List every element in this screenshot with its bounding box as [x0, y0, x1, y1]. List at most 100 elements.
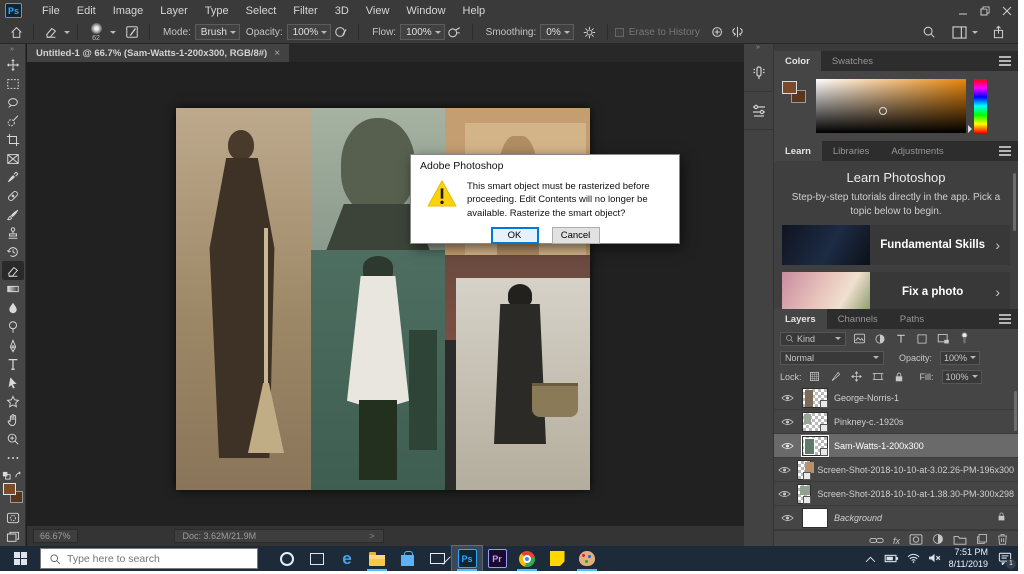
- layer-name[interactable]: George-Norris-1: [834, 393, 899, 403]
- path-selection-tool[interactable]: [2, 374, 24, 393]
- color-panel-menu-icon[interactable]: [999, 57, 1011, 65]
- edit-toolbar-ellipsis-icon[interactable]: [2, 448, 24, 467]
- tab-channels[interactable]: Channels: [827, 309, 889, 329]
- visibility-eye-icon[interactable]: [778, 442, 796, 450]
- menu-3d[interactable]: 3D: [335, 5, 349, 17]
- tab-paths[interactable]: Paths: [889, 309, 935, 329]
- brush-settings-panel-icon[interactable]: [122, 23, 142, 41]
- eraser-tool[interactable]: [1, 261, 24, 281]
- battery-icon[interactable]: [884, 550, 899, 568]
- lock-pixels-icon[interactable]: [828, 370, 844, 384]
- menu-layer[interactable]: Layer: [160, 5, 188, 17]
- cancel-button[interactable]: Cancel: [551, 226, 600, 244]
- layer-thumbnail[interactable]: [802, 507, 828, 528]
- tray-expand-caret-icon[interactable]: [865, 550, 876, 568]
- visibility-eye-icon[interactable]: [778, 418, 796, 426]
- layer-thumbnail[interactable]: [797, 483, 812, 504]
- lock-transparency-icon[interactable]: [807, 370, 823, 384]
- layer-effects-icon[interactable]: fx: [893, 536, 900, 546]
- clone-stamp-tool[interactable]: [2, 224, 24, 243]
- microsoft-store-icon[interactable]: [392, 546, 422, 571]
- chrome-icon[interactable]: [512, 546, 542, 571]
- zoom-level-field[interactable]: 66.67%: [33, 529, 78, 543]
- menu-select[interactable]: Select: [246, 5, 277, 17]
- file-explorer-icon[interactable]: [362, 546, 392, 571]
- menu-edit[interactable]: Edit: [77, 5, 96, 17]
- menu-help[interactable]: Help: [463, 5, 486, 17]
- start-button[interactable]: [0, 546, 40, 571]
- layer-name[interactable]: Screen-Shot-2018-10-10-at-3.02.26-PM-196…: [817, 465, 1014, 475]
- layer-thumbnail[interactable]: [801, 434, 829, 457]
- panel-color-swatches[interactable]: [782, 81, 812, 111]
- hand-tool[interactable]: [2, 411, 24, 430]
- taskbar-clock[interactable]: 7:51 PM 8/11/2019: [949, 547, 988, 570]
- hue-marker-icon[interactable]: [968, 125, 976, 133]
- cortana-icon[interactable]: [272, 546, 302, 571]
- layers-opacity-field[interactable]: 100%: [940, 350, 981, 365]
- swap-colors-icon[interactable]: [2, 471, 23, 480]
- frame-tool[interactable]: [2, 149, 24, 168]
- minimize-button[interactable]: [952, 0, 974, 21]
- quick-selection-tool[interactable]: [2, 112, 24, 131]
- speaker-muted-icon[interactable]: [928, 550, 941, 568]
- layer-row-pinkney[interactable]: Pinkney-c.-1920s: [774, 410, 1018, 434]
- layer-row-sam-watts[interactable]: Sam-Watts-1-200x300: [774, 434, 1018, 458]
- zoom-tool[interactable]: [2, 430, 24, 449]
- lock-position-icon[interactable]: [849, 370, 865, 384]
- layer-row-george-norris[interactable]: George-Norris-1: [774, 386, 1018, 410]
- type-tool[interactable]: [2, 355, 24, 374]
- foreground-color-swatch[interactable]: [2, 482, 16, 495]
- visibility-eye-icon[interactable]: [778, 490, 791, 498]
- layer-row-screenshot-1[interactable]: Screen-Shot-2018-10-10-at-3.02.26-PM-196…: [774, 458, 1018, 482]
- learn-scrollbar[interactable]: [1013, 173, 1016, 231]
- layer-row-screenshot-2[interactable]: Screen-Shot-2018-10-10-at-1.38.30-PM-300…: [774, 482, 1018, 506]
- paint-icon[interactable]: [572, 546, 602, 571]
- filter-kind-select[interactable]: Kind: [780, 331, 846, 346]
- task-view-icon[interactable]: [302, 546, 332, 571]
- mail-icon[interactable]: [422, 546, 452, 571]
- ok-button[interactable]: OK: [490, 226, 539, 244]
- lock-all-icon[interactable]: [891, 370, 907, 384]
- lasso-tool[interactable]: [2, 93, 24, 112]
- filter-pixel-layers-icon[interactable]: [851, 332, 867, 346]
- photoshop-taskbar-icon[interactable]: Ps: [451, 545, 483, 572]
- learn-card-fundamental-skills[interactable]: Fundamental Skills ›: [782, 225, 1010, 265]
- visibility-eye-icon[interactable]: [778, 514, 796, 522]
- shape-tool[interactable]: [2, 392, 24, 411]
- tab-learn[interactable]: Learn: [774, 141, 822, 161]
- share-icon[interactable]: [988, 23, 1008, 41]
- dock-collapse-icon[interactable]: »: [744, 44, 773, 54]
- edge-icon[interactable]: e: [332, 546, 362, 571]
- pen-tool[interactable]: [2, 336, 24, 355]
- restore-button[interactable]: [974, 0, 996, 21]
- document-size-indicator[interactable]: Doc: 3.62M/21.9M >: [173, 529, 384, 543]
- history-brush-tool[interactable]: [2, 243, 24, 262]
- crop-tool[interactable]: [2, 131, 24, 150]
- tab-color[interactable]: Color: [774, 51, 821, 71]
- learn-panel-menu-icon[interactable]: [999, 147, 1011, 155]
- status-chevron-icon[interactable]: >: [369, 531, 374, 541]
- action-center-icon[interactable]: 1: [996, 550, 1016, 569]
- visibility-eye-icon[interactable]: [778, 394, 796, 402]
- layer-name[interactable]: Sam-Watts-1-200x300: [834, 441, 924, 451]
- premiere-taskbar-icon[interactable]: Pr: [482, 546, 512, 571]
- color-picker-ring-icon[interactable]: [879, 107, 887, 116]
- opacity-field[interactable]: 100%: [286, 24, 332, 40]
- mode-select[interactable]: Brush: [194, 24, 240, 40]
- smoothing-gear-icon[interactable]: [580, 23, 600, 41]
- layer-name[interactable]: Screen-Shot-2018-10-10-at-1.38.30-PM-300…: [817, 489, 1014, 499]
- pressure-opacity-icon[interactable]: [331, 23, 351, 41]
- filter-smart-objects-icon[interactable]: [935, 332, 951, 346]
- eyedropper-tool[interactable]: [2, 168, 24, 187]
- brush-preview[interactable]: 62: [85, 22, 107, 42]
- layer-thumbnail[interactable]: [802, 411, 828, 432]
- filter-type-layers-icon[interactable]: [893, 332, 909, 346]
- menu-filter[interactable]: Filter: [293, 5, 317, 17]
- pressure-size-icon[interactable]: [708, 23, 728, 41]
- layer-name[interactable]: Background: [834, 513, 882, 523]
- tab-layers[interactable]: Layers: [774, 309, 827, 329]
- sticky-notes-icon[interactable]: [542, 546, 572, 571]
- color-swatches[interactable]: [2, 482, 24, 507]
- visibility-eye-icon[interactable]: [778, 466, 791, 474]
- gradient-tool[interactable]: [2, 280, 24, 299]
